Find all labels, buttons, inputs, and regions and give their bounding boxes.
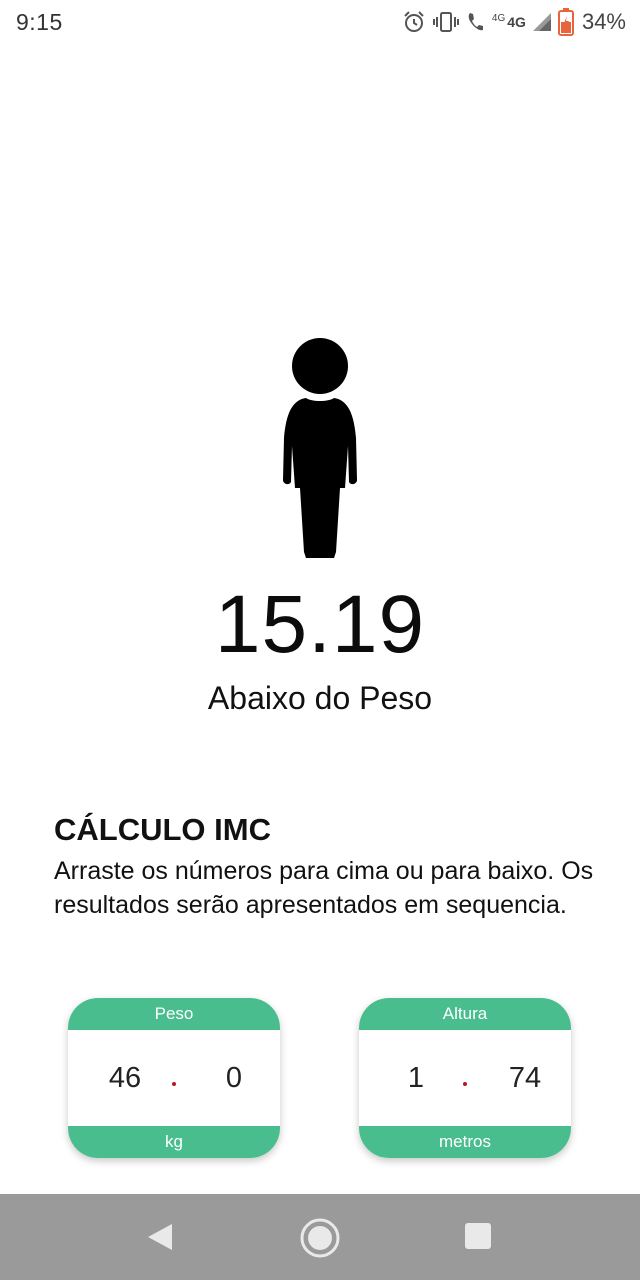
person-figure-icon: [283, 338, 357, 558]
weight-picker-body: 46 0: [68, 1030, 280, 1126]
bmi-value: 15.19: [214, 579, 426, 670]
weight-decimal-wheel[interactable]: 0: [199, 1062, 269, 1095]
network-small-label: 4G: [491, 12, 506, 24]
bmi-category: Abaixo do Peso: [207, 680, 433, 716]
battery-icon: [557, 8, 574, 36]
battery-percent: 34%: [581, 9, 626, 34]
section-title: CÁLCULO IMC: [54, 812, 271, 847]
recent-apps-icon[interactable]: [465, 1223, 491, 1249]
weight-decimal-dot: [172, 1082, 176, 1086]
height-picker-header: Altura: [359, 998, 571, 1030]
signal-icon: [532, 13, 551, 31]
weight-integer-wheel[interactable]: 46: [90, 1062, 160, 1095]
alarm-icon: [404, 11, 424, 32]
vibrate-icon: [432, 12, 459, 32]
status-time: 9:15: [16, 9, 63, 35]
status-bar: 9:15 4G 4G 34%: [0, 0, 640, 46]
height-decimal-dot: [463, 1082, 467, 1086]
home-icon[interactable]: [299, 1217, 341, 1259]
network-label: 4G: [507, 14, 526, 30]
instructions-text: Arraste os números para cima ou para bai…: [54, 857, 594, 919]
volte-call-icon: [468, 13, 483, 31]
status-icons: 4G 4G 34%: [402, 8, 626, 36]
height-picker-body: 1 74: [359, 1030, 571, 1126]
weight-picker[interactable]: Peso 46 0 kg: [68, 998, 280, 1158]
weight-unit-label: kg: [68, 1126, 280, 1158]
navigation-bar: [0, 1194, 640, 1280]
height-picker[interactable]: Altura 1 74 metros: [359, 998, 571, 1158]
height-unit-label: metros: [359, 1126, 571, 1158]
height-decimal-wheel[interactable]: 74: [490, 1062, 560, 1095]
height-integer-wheel[interactable]: 1: [381, 1062, 451, 1095]
back-icon[interactable]: [146, 1222, 174, 1252]
weight-picker-header: Peso: [68, 998, 280, 1030]
